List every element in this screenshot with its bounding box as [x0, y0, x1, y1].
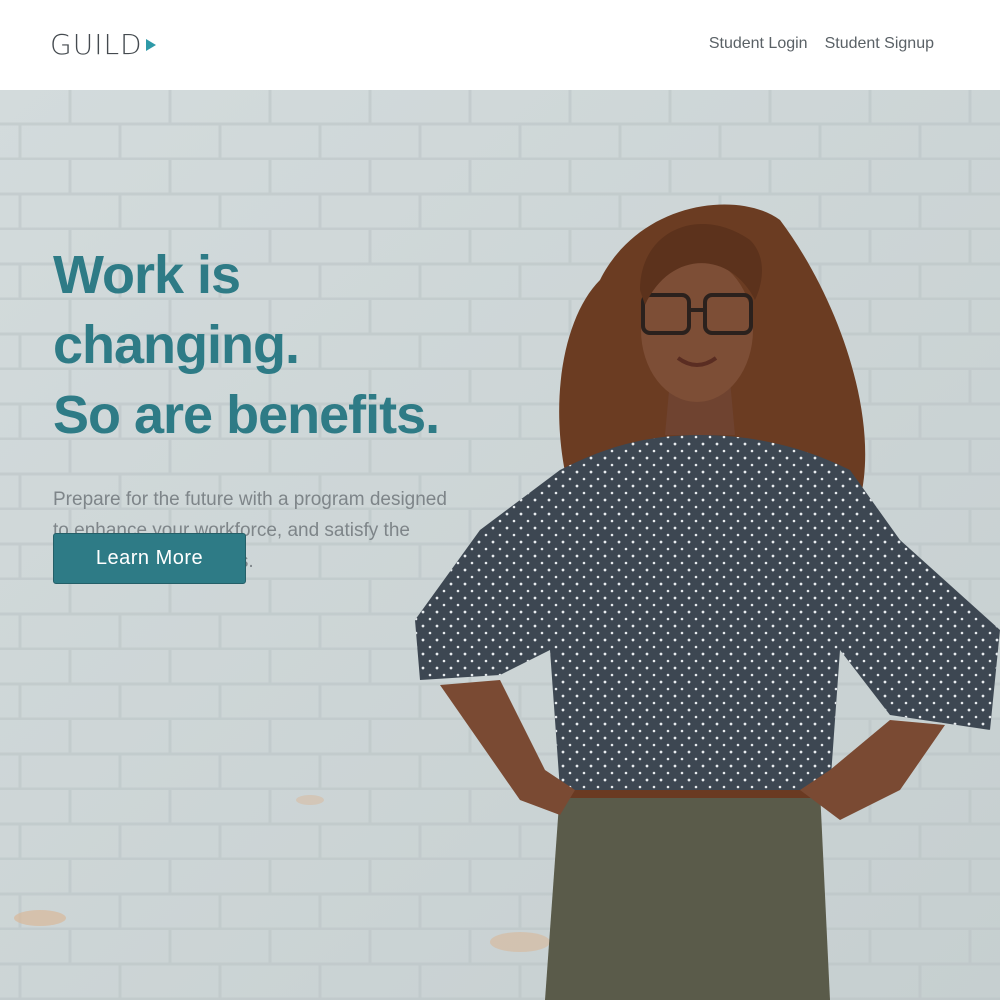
student-login-link[interactable]: Student Login: [709, 33, 808, 55]
guild-logo[interactable]: GUILD: [50, 28, 166, 62]
headline-line-2: So are benefits.: [53, 385, 440, 445]
hero-content: Work is changing. So are benefits. Prepa…: [53, 240, 493, 584]
logo-play-icon: [144, 31, 166, 59]
hero-headline: Work is changing. So are benefits.: [53, 240, 493, 450]
site-header: GUILD Student Login Student Signup: [0, 0, 1000, 90]
logo-text: GUILD: [50, 28, 143, 61]
hero-section: Work is changing. So are benefits. Prepa…: [0, 90, 1000, 1000]
top-nav: Student Login Student Signup: [709, 33, 934, 55]
headline-line-1: Work is changing.: [53, 245, 300, 375]
learn-more-button[interactable]: Learn More: [53, 533, 246, 584]
student-signup-link[interactable]: Student Signup: [825, 33, 934, 55]
